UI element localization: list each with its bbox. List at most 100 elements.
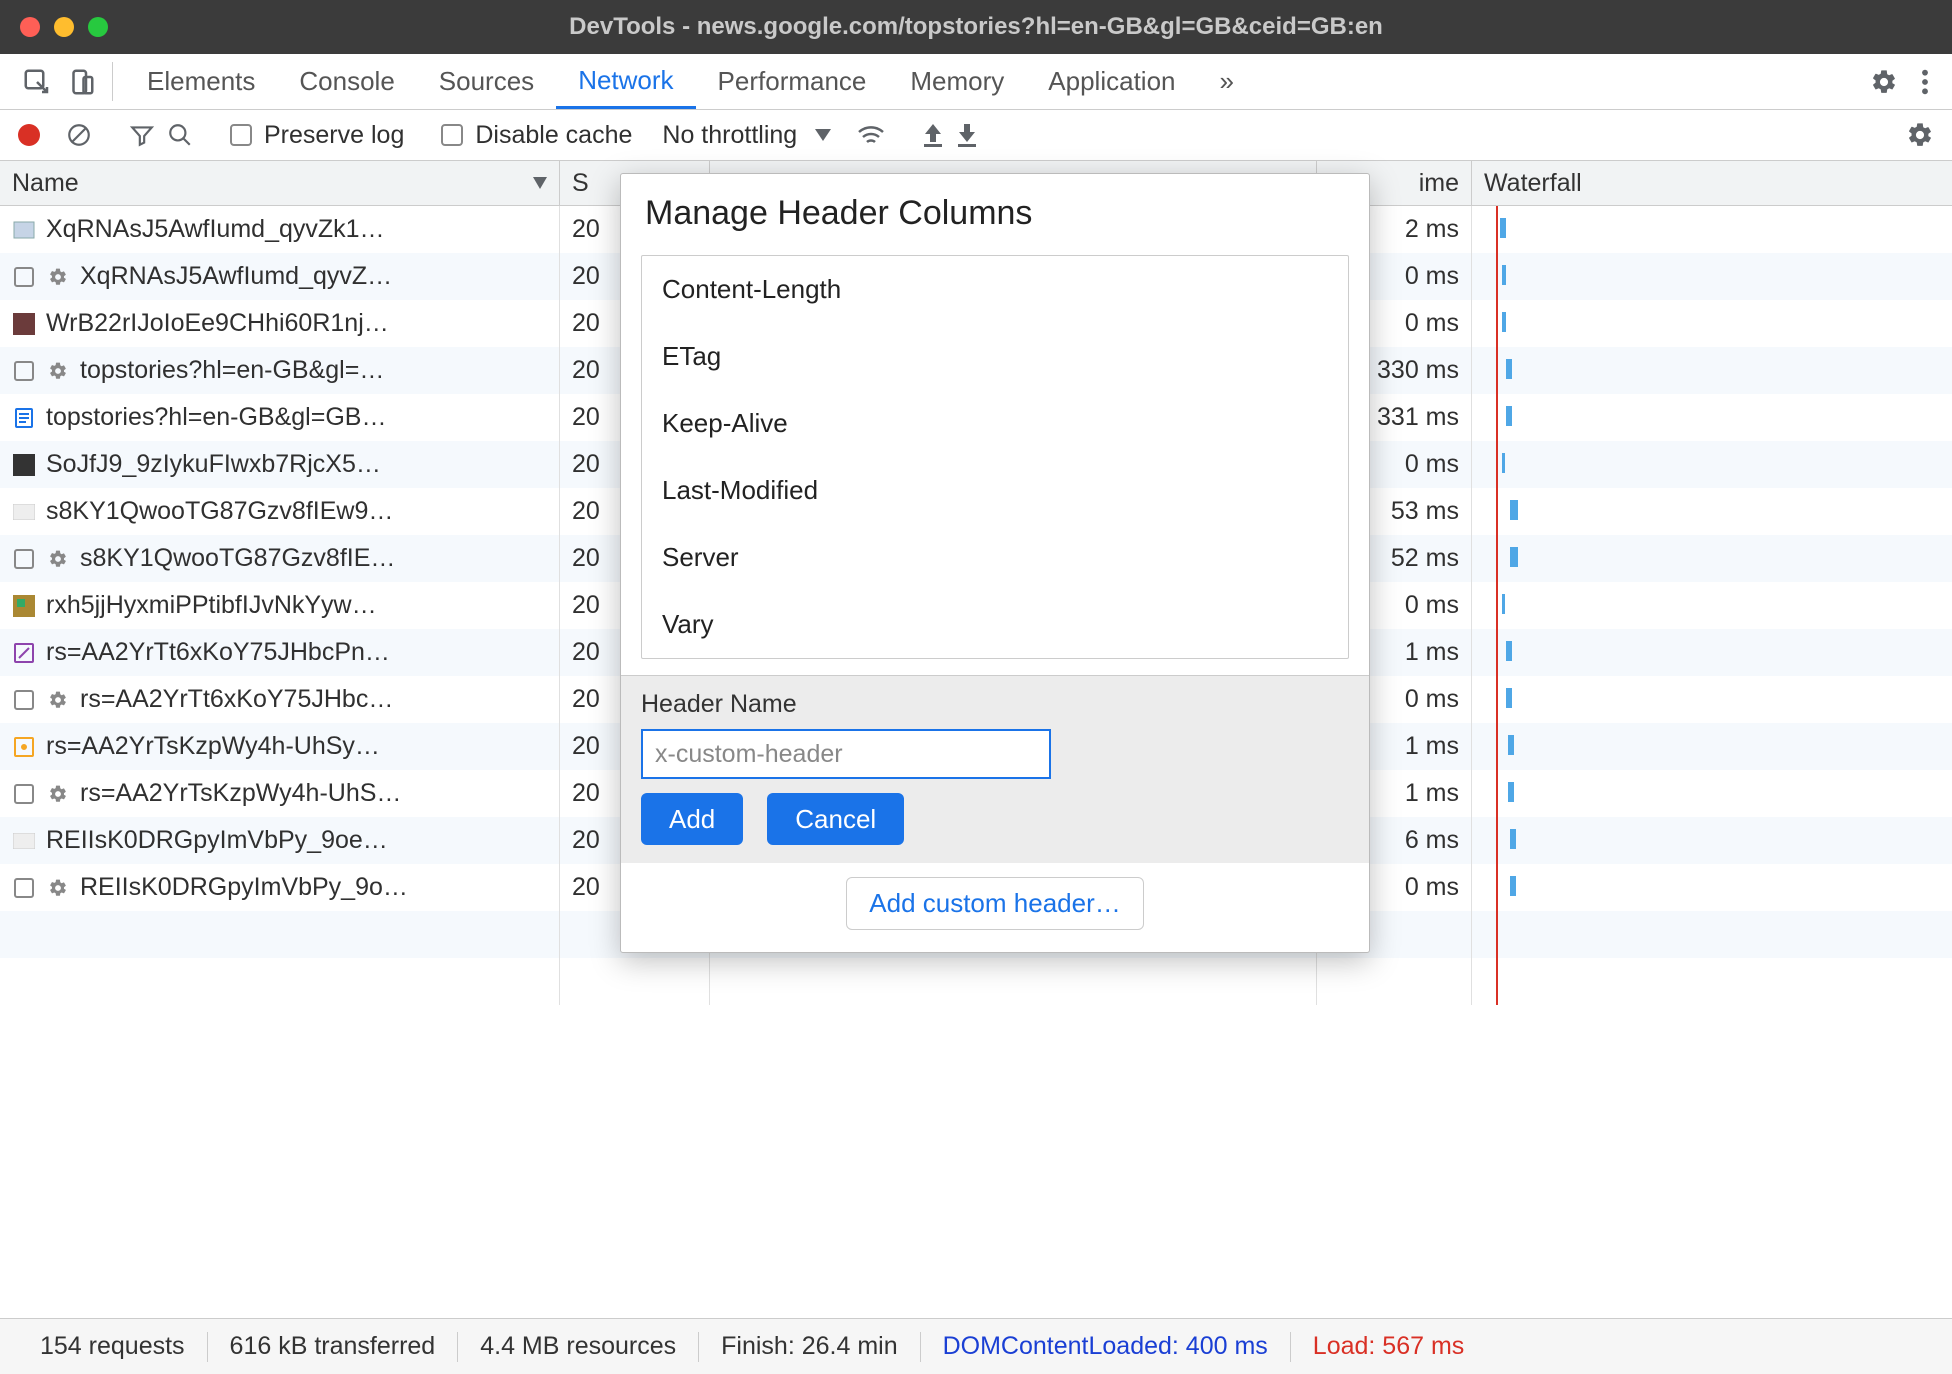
- request-name: rs=AA2YrTt6xKoY75JHbc…: [80, 685, 393, 714]
- waterfall-bar: [1510, 876, 1516, 896]
- cancel-button[interactable]: Cancel: [767, 793, 904, 845]
- column-header-name[interactable]: Name: [0, 161, 560, 205]
- gear-icon: [46, 688, 70, 712]
- column-header-waterfall[interactable]: Waterfall: [1472, 161, 1952, 205]
- file-type-icon: [12, 265, 36, 289]
- gear-icon: [46, 782, 70, 806]
- traffic-light-close[interactable]: [20, 17, 40, 37]
- file-type-icon: [12, 218, 36, 242]
- file-type-icon: [12, 735, 36, 759]
- window-titlebar: DevTools - news.google.com/topstories?hl…: [0, 0, 1952, 54]
- add-button[interactable]: Add: [641, 793, 743, 845]
- manage-header-columns-dialog: Manage Header Columns Content-LengthETag…: [620, 173, 1370, 953]
- status-resources: 4.4 MB resources: [458, 1332, 698, 1361]
- search-icon[interactable]: [167, 122, 193, 148]
- cell-name: REIIsK0DRGpyImVbPy_9oe…: [0, 817, 560, 864]
- waterfall-marker: [1496, 394, 1498, 441]
- cell-waterfall: [1472, 441, 1952, 488]
- waterfall-bar: [1510, 547, 1518, 567]
- waterfall-marker: [1496, 488, 1498, 535]
- tabs-overflow[interactable]: »: [1198, 54, 1256, 109]
- cell-name: rs=AA2YrTt6xKoY75JHbc…: [0, 676, 560, 723]
- header-name-input[interactable]: [641, 729, 1051, 779]
- status-domcontentloaded: DOMContentLoaded: 400 ms: [921, 1332, 1290, 1361]
- request-name: XqRNAsJ5AwfIumd_qyvZk1…: [46, 215, 385, 244]
- network-conditions-icon[interactable]: [857, 124, 885, 146]
- tab-label: Network: [578, 65, 673, 96]
- waterfall-marker: [1496, 535, 1498, 582]
- gear-icon: [46, 359, 70, 383]
- network-settings-icon[interactable]: [1906, 121, 1934, 149]
- file-type-icon: [12, 359, 36, 383]
- add-custom-header-button[interactable]: Add custom header…: [846, 877, 1143, 930]
- tab-network[interactable]: Network: [556, 54, 695, 109]
- tab-label: Sources: [439, 66, 534, 97]
- tab-memory[interactable]: Memory: [888, 54, 1026, 109]
- column-label: ime: [1419, 169, 1459, 198]
- button-label: Add custom header…: [869, 888, 1120, 918]
- waterfall-bar: [1510, 829, 1516, 849]
- tab-label: Performance: [718, 66, 867, 97]
- waterfall-marker: [1496, 347, 1498, 394]
- cell-waterfall: [1472, 253, 1952, 300]
- more-menu-icon[interactable]: [1920, 68, 1930, 96]
- tab-sources[interactable]: Sources: [417, 54, 556, 109]
- tab-console[interactable]: Console: [277, 54, 416, 109]
- file-type-icon: [12, 312, 36, 336]
- filter-icon[interactable]: [129, 122, 155, 148]
- header-list: Content-LengthETagKeep-AliveLast-Modifie…: [641, 255, 1349, 659]
- cell-waterfall: [1472, 629, 1952, 676]
- cell-name: topstories?hl=en-GB&gl=GB…: [0, 394, 560, 441]
- waterfall-marker: [1496, 723, 1498, 770]
- settings-icon[interactable]: [1870, 68, 1898, 96]
- preserve-log-checkbox[interactable]: [230, 124, 252, 146]
- download-har-icon[interactable]: [956, 122, 978, 148]
- tab-application[interactable]: Application: [1026, 54, 1197, 109]
- header-list-item[interactable]: Content-Length: [642, 256, 1348, 323]
- waterfall-bar: [1508, 782, 1514, 802]
- throttling-select[interactable]: No throttling: [662, 121, 831, 150]
- cell-name: s8KY1QwooTG87Gzv8fIEw9…: [0, 488, 560, 535]
- file-type-icon: [12, 547, 36, 571]
- record-button[interactable]: [18, 124, 40, 146]
- traffic-light-zoom[interactable]: [88, 17, 108, 37]
- disable-cache-checkbox[interactable]: [441, 124, 463, 146]
- column-label: Name: [12, 169, 79, 198]
- tab-label: Application: [1048, 66, 1175, 97]
- file-type-icon: [12, 453, 36, 477]
- inspect-element-icon[interactable]: [22, 67, 52, 97]
- waterfall-bar: [1500, 218, 1506, 238]
- cell-name: topstories?hl=en-GB&gl=…: [0, 347, 560, 394]
- header-list-item[interactable]: ETag: [642, 323, 1348, 390]
- request-name: rxh5jjHyxmiPPtibfIJvNkYyw…: [46, 591, 377, 620]
- tab-performance[interactable]: Performance: [696, 54, 889, 109]
- file-type-icon: [12, 829, 36, 853]
- cell-waterfall: [1472, 394, 1952, 441]
- waterfall-marker: [1496, 582, 1498, 629]
- request-name: topstories?hl=en-GB&gl=GB…: [46, 403, 386, 432]
- device-toolbar-icon[interactable]: [66, 67, 96, 97]
- disable-cache-label: Disable cache: [475, 121, 632, 150]
- cell-waterfall: [1472, 347, 1952, 394]
- header-list-item[interactable]: Vary: [642, 591, 1348, 658]
- waterfall-marker: [1496, 253, 1498, 300]
- waterfall-marker: [1496, 441, 1498, 488]
- panel-tabs: Elements Console Sources Network Perform…: [125, 54, 1256, 109]
- tab-elements[interactable]: Elements: [125, 54, 277, 109]
- clear-icon[interactable]: [66, 122, 92, 148]
- status-transferred: 616 kB transferred: [208, 1332, 458, 1361]
- custom-header-form: Header Name Add Cancel: [621, 675, 1369, 863]
- file-type-icon: [12, 688, 36, 712]
- upload-har-icon[interactable]: [922, 122, 944, 148]
- cell-waterfall: [1472, 817, 1952, 864]
- header-list-item[interactable]: Server: [642, 524, 1348, 591]
- cell-waterfall: [1472, 770, 1952, 817]
- request-name: REIIsK0DRGpyImVbPy_9oe…: [46, 826, 388, 855]
- waterfall-bar: [1502, 453, 1505, 473]
- header-list-item[interactable]: Last-Modified: [642, 457, 1348, 524]
- overflow-label: »: [1220, 66, 1234, 97]
- cell-waterfall: [1472, 206, 1952, 253]
- header-list-item[interactable]: Keep-Alive: [642, 390, 1348, 457]
- traffic-light-minimize[interactable]: [54, 17, 74, 37]
- waterfall-bar: [1506, 688, 1512, 708]
